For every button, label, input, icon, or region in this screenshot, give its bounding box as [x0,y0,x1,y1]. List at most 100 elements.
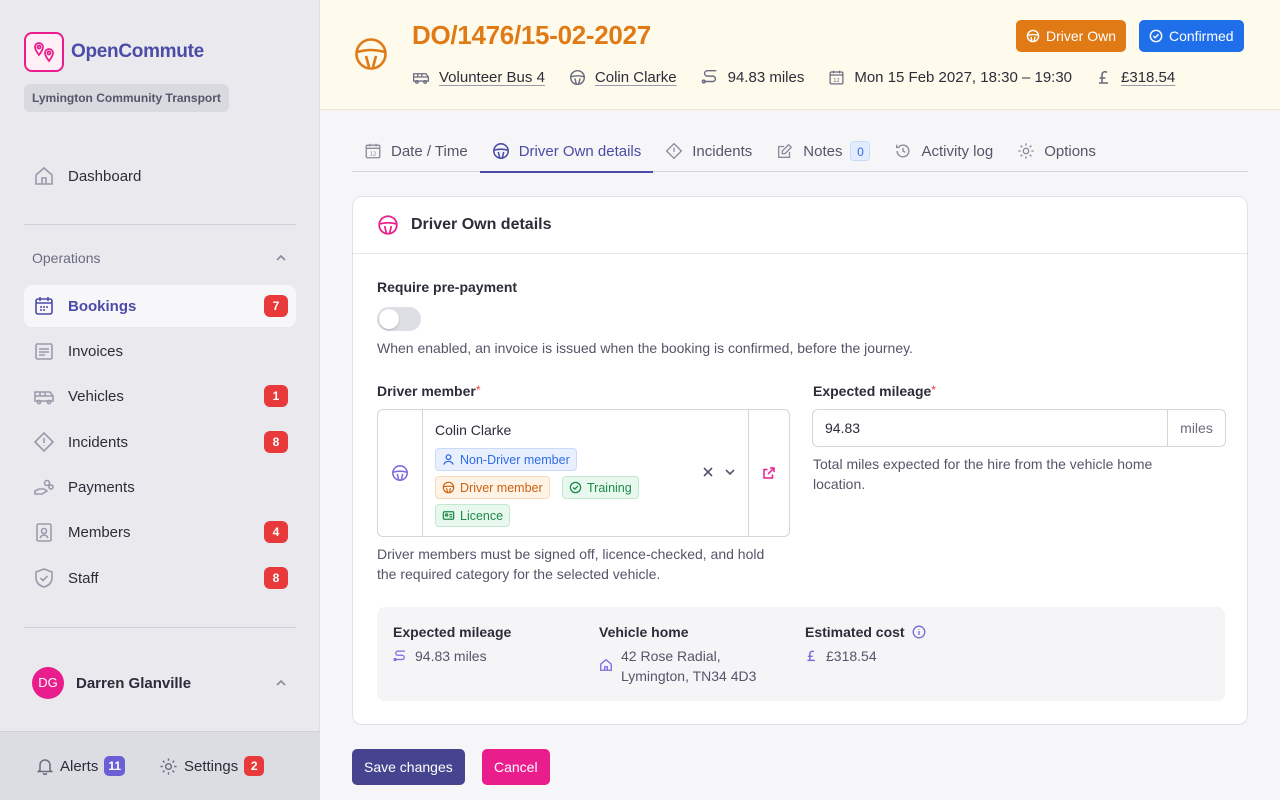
steering-wheel-icon [492,142,519,160]
driver-help-line: Driver members must be signed off, licen… [377,546,765,562]
summary-mileage-value: 94.83 miles [415,648,487,664]
meta-price[interactable]: £318.54 [1096,69,1175,86]
steering-wheel-icon [354,37,388,71]
type-badge[interactable]: Driver Own [1016,20,1127,52]
save-button[interactable]: Save changes [352,749,465,785]
section-operations[interactable]: Operations [32,250,288,266]
driver-own-card: Driver Own details Require pre-payment W… [352,196,1248,725]
tab-activity-log[interactable]: Activity log [882,130,1005,172]
user-menu[interactable]: DG Darren Glanville [32,667,288,699]
cost-summary: Expected mileage 94.83 miles Vehicle hom… [377,607,1225,701]
tab-notes[interactable]: Notes 0 [764,130,882,172]
prepay-help: When enabled, an invoice is issued when … [377,340,913,356]
gear-icon [159,757,178,776]
sidebar-item-staff[interactable]: Staff 8 [24,557,296,599]
tab-driver-own-details[interactable]: Driver Own details [479,130,654,173]
selected-driver: Colin Clarke [435,422,512,438]
status-badge[interactable]: Confirmed [1139,20,1244,52]
count-badge: 7 [264,295,288,317]
app-logo[interactable]: OpenCommute [24,32,204,72]
mileage-help-line: Total miles expected for the hire from t… [813,456,1153,472]
tab-label: Incidents [692,142,753,160]
id-card-icon [442,509,460,522]
driver-link[interactable]: Colin Clarke [595,69,677,86]
price-link[interactable]: £318.54 [1121,69,1175,86]
gear-icon [1017,142,1044,160]
check-circle-icon [569,481,587,494]
mileage-value: 94.83 [825,420,861,436]
driver-member-select[interactable]: Colin Clarke Non-Driver member Driver me… [377,409,790,537]
meta-datetime: 12 Mon 15 Feb 2027, 18:30 – 19:30 [828,69,1072,86]
steering-wheel-icon [569,69,595,86]
count-badge: 8 [264,431,288,453]
tag-driver-member: Driver member [435,476,550,499]
steering-wheel-icon [442,481,460,494]
settings-count: 2 [244,756,265,776]
steering-wheel-icon [377,214,399,236]
chevron-down-icon[interactable] [723,465,737,479]
card-title: Driver Own details [411,216,552,233]
summary-vehicle-home: Vehicle home 42 Rose Radial, Lymington, … [599,624,756,686]
settings-button[interactable]: Settings 2 [159,756,265,776]
driver-help-line: the required category for the selected v… [377,566,661,582]
route-icon [701,68,728,86]
tab-date-time[interactable]: 12 Date / Time [352,130,480,172]
tag-label: Non-Driver member [460,452,570,467]
alerts-button[interactable]: Alerts 11 [36,756,126,776]
hand-coins-icon [32,475,56,499]
cancel-button[interactable]: Cancel [482,749,550,785]
booking-reference: DO/1476/15-02-2027 [412,20,651,50]
tab-incidents[interactable]: Incidents [653,130,764,172]
history-icon [894,142,921,160]
sidebar-item-label: Members [68,523,131,541]
org-badge[interactable]: Lymington Community Transport [24,84,229,112]
id-badge-icon [32,520,56,544]
notes-count-badge: 0 [850,141,871,161]
datetime-value: Mon 15 Feb 2027, 18:30 – 19:30 [854,68,1073,86]
count-badge: 8 [264,567,288,589]
home-icon [32,164,56,188]
tab-label: Activity log [921,142,994,160]
bus-icon [32,384,56,408]
meta-driver[interactable]: Colin Clarke [569,69,677,86]
tab-label: Driver Own details [518,142,642,160]
route-icon [393,646,415,663]
clear-x-icon[interactable] [701,465,715,479]
tab-label: Notes [803,142,843,160]
sidebar-item-invoices[interactable]: Invoices [24,330,296,372]
sidebar-item-dashboard[interactable]: Dashboard [24,155,296,197]
expected-mileage-label: Expected mileage* [813,383,936,399]
external-link-icon[interactable] [748,410,789,536]
alert-diamond-icon [665,142,692,160]
calendar-icon [32,294,56,318]
sidebar-item-bookings[interactable]: Bookings 7 [24,285,296,327]
card-header: Driver Own details [353,197,1247,254]
check-badge-icon [1149,29,1169,43]
sidebar-item-label: Bookings [68,297,137,315]
sidebar-item-label: Vehicles [68,387,124,405]
app-name: OpenCommute [71,41,204,62]
expected-mileage-input[interactable]: 94.83 miles [812,409,1226,447]
address-line: Lymington, TN34 4D3 [621,668,757,684]
cost-heading-text: Estimated cost [805,624,905,640]
prepay-toggle[interactable] [377,307,421,331]
sidebar-item-incidents[interactable]: Incidents 8 [24,421,296,463]
chevron-up-icon [274,251,288,265]
type-badge-label: Driver Own [1046,28,1117,44]
divider [24,627,296,628]
sidebar-item-vehicles[interactable]: Vehicles 1 [24,375,296,417]
tab-label: Date / Time [391,142,468,160]
sidebar-item-payments[interactable]: Payments [24,466,296,508]
vehicle-link[interactable]: Volunteer Bus 4 [439,69,545,86]
tab-options[interactable]: Options [1005,130,1108,172]
summary-value: £318.54 [805,646,926,666]
pound-icon [1096,69,1121,85]
calendar-icon: 12 [828,69,854,86]
meta-vehicle[interactable]: Volunteer Bus 4 [412,68,545,86]
label-text: Driver member [377,383,476,399]
chevron-up-icon [274,676,288,690]
sidebar-item-members[interactable]: Members 4 [24,511,296,553]
info-icon[interactable] [912,625,926,639]
svg-text:12: 12 [834,77,840,83]
sidebar-item-label: Invoices [68,342,124,360]
